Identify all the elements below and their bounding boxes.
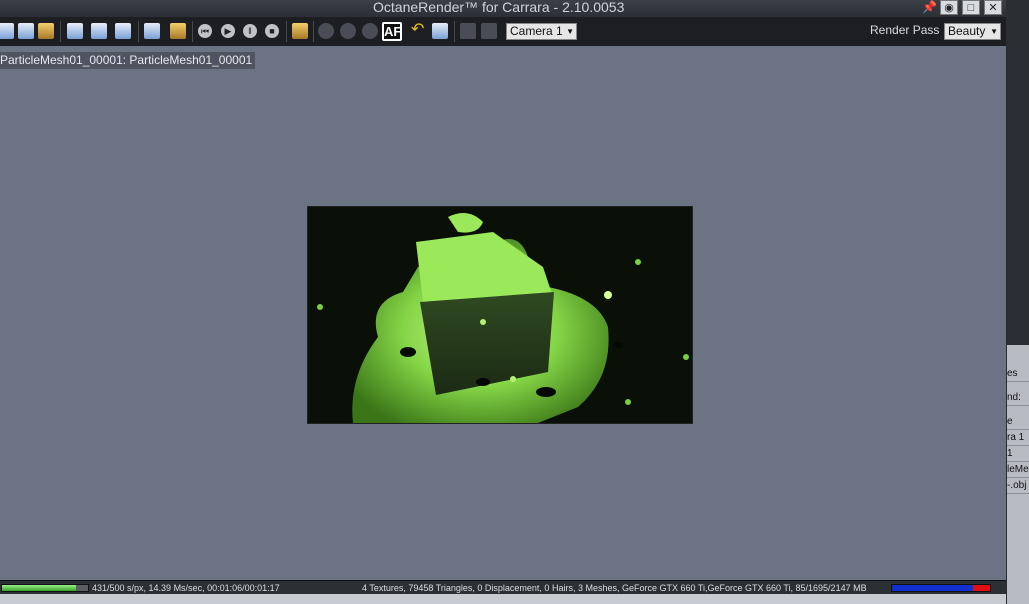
undo-icon[interactable]: ↶: [411, 22, 427, 38]
bottom-strip: [0, 594, 1006, 604]
refresh-icon[interactable]: [340, 23, 356, 39]
restart-icon[interactable]: ⏮: [198, 24, 212, 38]
side-panel-field-label: nd:: [1007, 390, 1029, 406]
side-panel-tab[interactable]: es: [1007, 366, 1029, 382]
layers-icon[interactable]: [115, 23, 131, 39]
title-bar: OctaneRender™ for Carrara - 2.10.0053 📌 …: [0, 0, 1006, 17]
color-picker-icon[interactable]: [318, 23, 334, 39]
camera-icon[interactable]: [460, 23, 476, 39]
region-render-icon[interactable]: [432, 23, 448, 39]
focus-picker-icon[interactable]: [362, 23, 378, 39]
pin-icon[interactable]: 📌: [922, 0, 937, 15]
side-panel: es nd: e ra 1 1 leMe -.obj: [1006, 0, 1029, 604]
settings-grid-icon[interactable]: [0, 23, 14, 39]
render-progress-bar: [1, 584, 89, 592]
side-panel-row[interactable]: -.obj: [1007, 478, 1029, 494]
export-icon[interactable]: [144, 23, 160, 39]
render-stats: 431/500 s/px, 14.39 Ms/sec, 00:01:06/00:…: [92, 583, 280, 593]
maximize-icon[interactable]: □: [962, 0, 980, 15]
status-bar: 431/500 s/px, 14.39 Ms/sec, 00:01:06/00:…: [0, 580, 1006, 595]
import-icon[interactable]: [91, 23, 107, 39]
gpu-memory-used: [973, 585, 990, 591]
side-panel-row[interactable]: ra 1: [1007, 430, 1029, 446]
copy-icon[interactable]: [67, 23, 83, 39]
gpu-memory-bar: [891, 584, 991, 592]
render-pass-select[interactable]: Beauty ▼: [944, 23, 1001, 40]
stop-icon[interactable]: ■: [265, 24, 279, 38]
node-editor-icon[interactable]: [18, 23, 34, 39]
window-controls: 📌 ◉ □ ✕: [922, 0, 1002, 15]
object-label: ParticleMesh01_00001: ParticleMesh01_000…: [0, 52, 256, 69]
camera-select[interactable]: Camera 1 ▼: [506, 23, 577, 40]
toolbar: ⏮ ▶ ‖ ■ AF ↶ Camera 1 ▼ Render Pass Beau…: [0, 17, 1006, 47]
side-panel-top: [1007, 0, 1029, 345]
materials-folder-icon[interactable]: [38, 23, 54, 39]
chevron-down-icon: ▼: [990, 27, 998, 36]
side-panel-row[interactable]: 1: [1007, 446, 1029, 462]
library-icon[interactable]: [170, 23, 186, 39]
render-pass-label: Render Pass: [870, 23, 940, 37]
eye-icon[interactable]: ◉: [940, 0, 958, 15]
lock-icon[interactable]: [292, 23, 308, 39]
scene-stats: 4 Textures, 79458 Triangles, 0 Displacem…: [362, 583, 867, 593]
camera-select-value: Camera 1: [510, 24, 563, 38]
autofocus-button[interactable]: AF: [382, 22, 402, 41]
render-progress-fill: [2, 585, 77, 591]
render-preview[interactable]: [307, 206, 693, 424]
render-image: [308, 207, 692, 423]
pause-icon[interactable]: ‖: [243, 24, 257, 38]
side-panel-row[interactable]: leMe: [1007, 462, 1029, 478]
window-title: OctaneRender™ for Carrara - 2.10.0053: [373, 0, 625, 15]
side-panel-row[interactable]: e: [1007, 414, 1029, 430]
play-icon[interactable]: ▶: [221, 24, 235, 38]
close-icon[interactable]: ✕: [984, 0, 1002, 15]
chevron-down-icon: ▼: [566, 27, 574, 36]
camera-settings-icon[interactable]: [481, 23, 497, 39]
render-pass-value: Beauty: [948, 24, 986, 38]
